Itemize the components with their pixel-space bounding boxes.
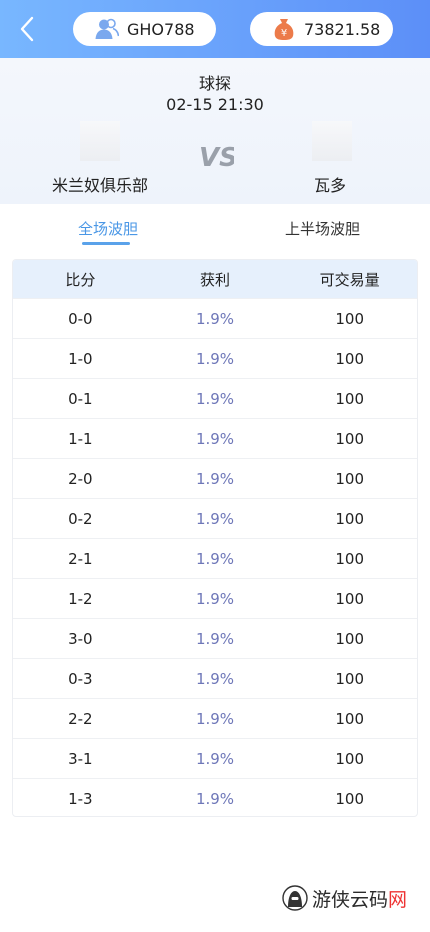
svg-text:¥: ¥ xyxy=(281,28,287,39)
header-volume: 可交易量 xyxy=(319,270,380,289)
username-pill[interactable]: GHO788 xyxy=(73,12,216,46)
money-bag-icon: ¥ xyxy=(272,17,296,41)
profit-cell: 1.9% xyxy=(195,629,235,648)
watermark: 游侠云码 网 xyxy=(282,882,407,914)
profit-cell: 1.9% xyxy=(195,549,235,568)
users-icon xyxy=(95,17,119,41)
balance-text: 73821.58 xyxy=(304,19,381,39)
table-row[interactable]: 3-0 1.9% 100 xyxy=(13,618,417,658)
score-cell: 3-0 xyxy=(68,629,93,648)
svg-text:VS: VS xyxy=(199,143,234,172)
score-cell: 1-3 xyxy=(68,789,93,808)
profit-cell: 1.9% xyxy=(195,469,235,488)
profit-cell: 1.9% xyxy=(195,509,235,528)
match-info: 球探 02-15 21:30 VS 米兰奴俱乐部 瓦多 xyxy=(0,58,430,204)
top-bar: GHO788 ¥ 73821.58 xyxy=(0,0,430,58)
volume-cell: 100 xyxy=(335,709,364,728)
profit-cell: 1.9% xyxy=(195,309,235,328)
score-cell: 2-1 xyxy=(68,549,93,568)
score-cell: 1-0 xyxy=(68,349,93,368)
score-cell: 0-1 xyxy=(68,389,93,408)
volume-cell: 100 xyxy=(335,549,364,568)
home-team-logo xyxy=(80,121,120,161)
score-cell: 3-1 xyxy=(68,749,93,768)
volume-cell: 100 xyxy=(335,629,364,648)
score-cell: 2-0 xyxy=(68,469,93,488)
volume-cell: 100 xyxy=(335,749,364,768)
volume-cell: 100 xyxy=(335,429,364,448)
score-cell: 0-3 xyxy=(68,669,93,688)
table-row[interactable]: 0-0 1.9% 100 xyxy=(13,298,417,338)
score-cell: 0-2 xyxy=(68,509,93,528)
league-name: 球探 xyxy=(198,74,231,93)
profit-cell: 1.9% xyxy=(195,389,235,408)
active-tab-indicator xyxy=(82,242,130,245)
profit-cell: 1.9% xyxy=(195,709,235,728)
profit-cell: 1.9% xyxy=(195,589,235,608)
volume-cell: 100 xyxy=(335,349,364,368)
volume-cell: 100 xyxy=(335,509,364,528)
vs-icon: VS xyxy=(199,143,234,172)
score-cell: 2-2 xyxy=(68,709,93,728)
tab-full-time[interactable]: 全场波胆 xyxy=(78,218,138,239)
username-text: GHO788 xyxy=(127,19,195,39)
table-row[interactable]: 2-2 1.9% 100 xyxy=(13,698,417,738)
home-team-name: 米兰奴俱乐部 xyxy=(52,176,149,195)
back-button[interactable] xyxy=(14,14,40,44)
match-datetime: 02-15 21:30 xyxy=(166,95,264,114)
table-row[interactable]: 0-3 1.9% 100 xyxy=(13,658,417,698)
profit-cell: 1.9% xyxy=(195,789,235,808)
score-cell: 1-2 xyxy=(68,589,93,608)
table-row[interactable]: 3-1 1.9% 100 xyxy=(13,738,417,778)
profit-cell: 1.9% xyxy=(195,429,235,448)
tab-first-half[interactable]: 上半场波胆 xyxy=(285,218,360,239)
table-row[interactable]: 0-1 1.9% 100 xyxy=(13,378,417,418)
balance-pill[interactable]: ¥ 73821.58 xyxy=(250,12,393,46)
profit-cell: 1.9% xyxy=(195,349,235,368)
table-row[interactable]: 1-0 1.9% 100 xyxy=(13,338,417,378)
chevron-left-icon xyxy=(20,16,34,42)
table-header: 比分 获利 可交易量 xyxy=(13,260,417,298)
volume-cell: 100 xyxy=(335,389,364,408)
table-row[interactable]: 1-2 1.9% 100 xyxy=(13,578,417,618)
score-cell: 1-1 xyxy=(68,429,93,448)
watermark-text: 游侠云码 xyxy=(312,888,389,911)
watermark-text-red: 网 xyxy=(388,888,408,911)
table-row[interactable]: 2-1 1.9% 100 xyxy=(13,538,417,578)
table-row[interactable]: 1-3 1.9% 100 xyxy=(13,778,417,818)
volume-cell: 100 xyxy=(335,469,364,488)
volume-cell: 100 xyxy=(335,309,364,328)
profit-cell: 1.9% xyxy=(195,749,235,768)
table-body: 0-0 1.9% 100 1-0 1.9% 100 0-1 1.9% 100 1-1 1.9% 100… xyxy=(13,298,417,818)
volume-cell: 100 xyxy=(335,589,364,608)
score-table: 比分 获利 可交易量 0-0 1.9% 100 1-0 1.9% 100 0-1 1.9% 10… xyxy=(12,259,418,817)
volume-cell: 100 xyxy=(335,669,364,688)
table-row[interactable]: 1-1 1.9% 100 xyxy=(13,418,417,458)
score-cell: 0-0 xyxy=(68,309,93,328)
table-row[interactable]: 2-0 1.9% 100 xyxy=(13,458,417,498)
header-score: 比分 xyxy=(65,270,96,289)
page: GHO788 ¥ 73821.58 球探 02-15 21:30 VS 米兰奴俱… xyxy=(0,0,430,932)
profit-cell: 1.9% xyxy=(195,669,235,688)
table-row[interactable]: 0-2 1.9% 100 xyxy=(13,498,417,538)
volume-cell: 100 xyxy=(335,789,364,808)
header-profit: 获利 xyxy=(200,270,231,289)
away-team-logo xyxy=(312,121,352,161)
tab-bar: 全场波胆 上半场波胆 xyxy=(0,204,430,256)
away-team-name: 瓦多 xyxy=(314,176,347,195)
hooded-figure-icon xyxy=(282,885,308,911)
